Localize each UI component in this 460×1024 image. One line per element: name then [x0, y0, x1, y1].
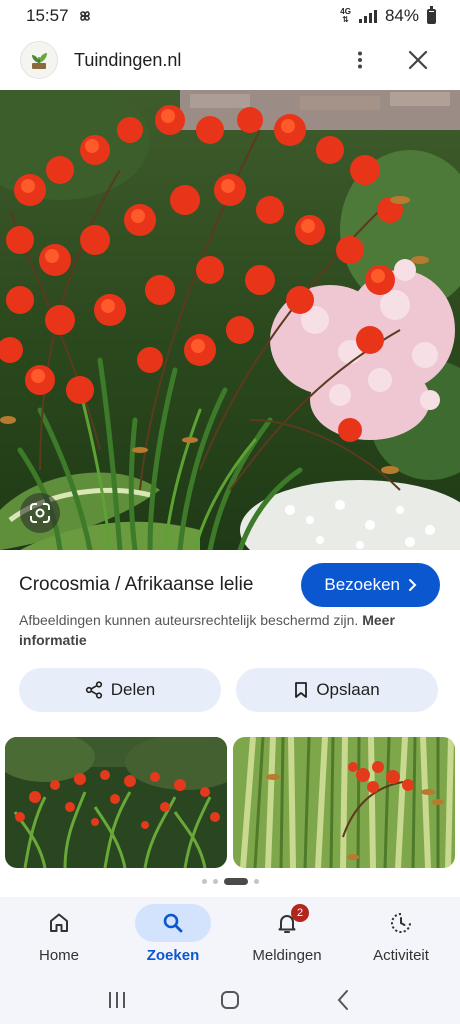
bookmark-icon: [295, 682, 308, 698]
close-icon: [408, 50, 428, 70]
carousel-dot: [212, 879, 218, 884]
home-icon: [50, 913, 68, 932]
bottom-navigation: Home Zoeken 2 Meldingen Activiteit: [0, 897, 460, 975]
nav-search-label: Zoeken: [146, 947, 200, 964]
back-chevron-icon: [337, 989, 349, 1010]
lens-icon: [30, 503, 50, 523]
save-button[interactable]: Opslaan: [236, 668, 438, 712]
share-label: Delen: [110, 680, 156, 699]
visit-label: Bezoeken: [324, 575, 400, 594]
nav-search-icon-wrap: [135, 904, 211, 942]
visit-button[interactable]: Bezoeken: [301, 563, 440, 607]
site-name[interactable]: Tuindingen.nl: [74, 50, 340, 71]
network-indicator: 4G ⇅: [340, 8, 351, 24]
system-navigation-bar: [0, 975, 460, 1024]
carousel-indicator: [0, 878, 460, 885]
signal-icon: [358, 9, 377, 23]
nav-activity-label: Activiteit: [373, 947, 429, 964]
related-photo-1: [5, 737, 227, 868]
carousel-dot: [253, 879, 259, 884]
home-square-icon: [220, 990, 239, 1009]
nav-notifications-icon-wrap: 2: [249, 904, 325, 942]
carousel-dot-active: [223, 878, 248, 885]
related-image-1[interactable]: [5, 737, 227, 868]
title-row: Crocosmia / Afrikaanse lelie Bezoeken: [0, 560, 460, 610]
battery-icon: [427, 5, 436, 24]
battery-percent: 84%: [384, 6, 419, 25]
back-button[interactable]: [323, 980, 363, 1020]
recent-apps-button[interactable]: [97, 980, 137, 1020]
more-vert-icon: [358, 51, 362, 69]
notification-badge: 2: [291, 904, 309, 922]
status-bar: 15:57 4G ⇅ 84%: [0, 0, 460, 32]
status-right: 4G ⇅ 84%: [340, 5, 436, 26]
related-images: [5, 737, 460, 868]
result-title[interactable]: Crocosmia / Afrikaanse lelie: [19, 574, 253, 596]
nav-activity[interactable]: Activiteit: [346, 897, 456, 975]
status-left: 15:57: [26, 6, 93, 26]
network-arrows: ⇅: [342, 15, 349, 24]
nav-home-icon-wrap: [21, 904, 97, 942]
nav-search[interactable]: Zoeken: [118, 897, 228, 975]
status-time: 15:57: [26, 6, 69, 25]
home-system-button[interactable]: [210, 980, 250, 1020]
nav-home-label: Home: [38, 947, 79, 964]
action-row: Delen Opslaan: [0, 668, 460, 712]
hero-image[interactable]: [0, 90, 460, 550]
share-icon: [85, 681, 102, 699]
recent-apps-icon: [108, 991, 125, 1008]
site-logo[interactable]: [20, 41, 58, 79]
nav-home[interactable]: Home: [4, 897, 114, 975]
copyright-notice: Afbeeldingen kunnen auteursrechtelijk be…: [0, 610, 460, 650]
related-image-2[interactable]: [233, 737, 455, 868]
search-icon: [163, 913, 183, 933]
lens-button[interactable]: [20, 493, 60, 533]
related-photo-2: [233, 737, 455, 868]
nav-notifications-label: Meldingen: [252, 947, 322, 964]
more-options-button[interactable]: [340, 40, 380, 80]
nav-notifications[interactable]: 2 Meldingen: [232, 897, 342, 975]
activity-icon: [391, 913, 411, 933]
chevron-right-icon: [409, 579, 417, 591]
crocosmia-photo: [0, 90, 460, 550]
result-info: Crocosmia / Afrikaanse lelie Bezoeken Af…: [0, 560, 460, 650]
nav-activity-icon-wrap: [363, 904, 439, 942]
close-button[interactable]: [398, 40, 438, 80]
plant-logo-icon: [32, 53, 47, 69]
pinwheel-notification-icon: [79, 11, 90, 21]
copyright-text: Afbeeldingen kunnen auteursrechtelijk be…: [19, 612, 359, 628]
carousel-dot: [201, 879, 207, 884]
source-header: Tuindingen.nl: [0, 36, 460, 84]
save-label: Opslaan: [316, 680, 380, 699]
share-button[interactable]: Delen: [19, 668, 221, 712]
